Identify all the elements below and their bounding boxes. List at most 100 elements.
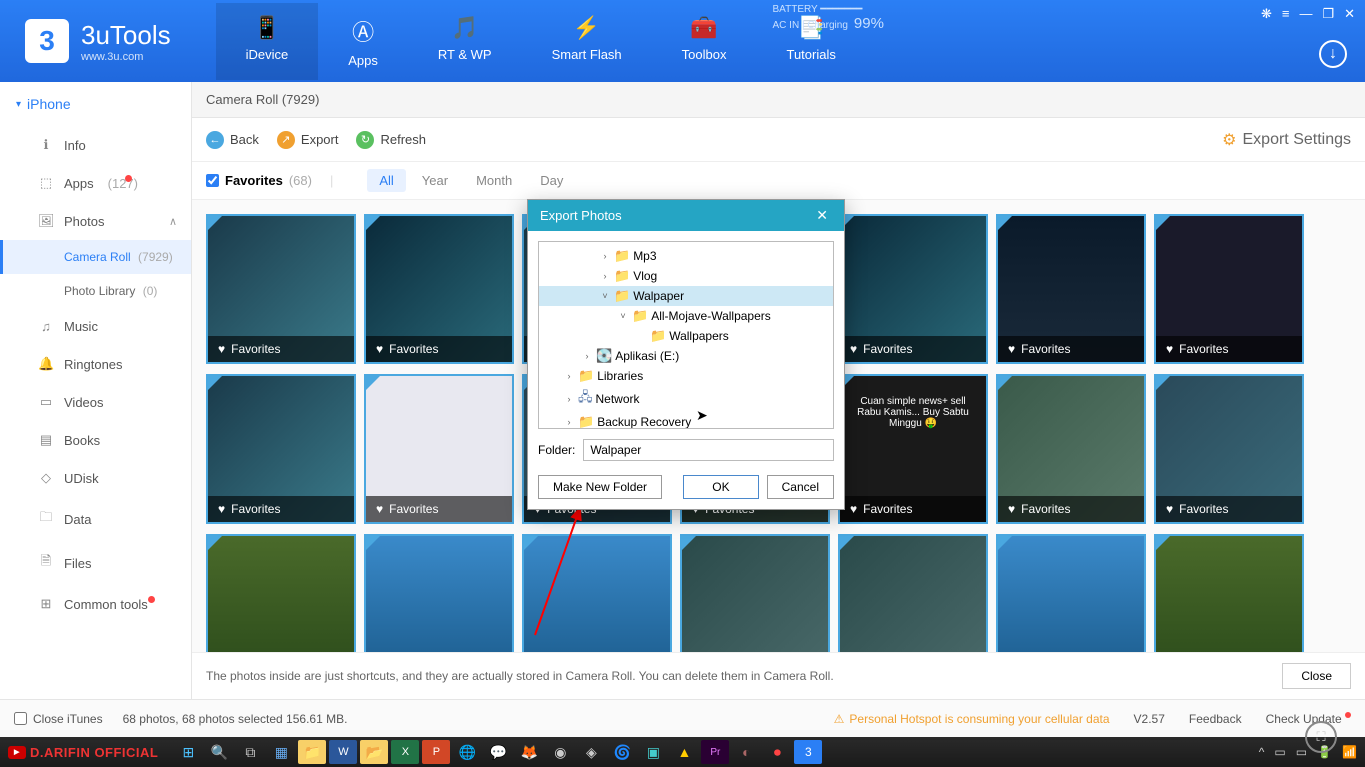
photo-item[interactable] <box>206 534 356 652</box>
export-settings-button[interactable]: ⚙Export Settings <box>1222 130 1351 150</box>
feedback-link[interactable]: Feedback <box>1189 712 1242 726</box>
nav-rtwp[interactable]: 🎵RT & WP <box>408 3 522 80</box>
bookmark-icon[interactable]: ❋ <box>1261 6 1272 22</box>
photo-item[interactable] <box>996 534 1146 652</box>
app-icon[interactable]: ▣ <box>639 740 667 764</box>
tree-item[interactable]: ›📁 Libraries <box>539 366 833 386</box>
word-icon[interactable]: W <box>329 740 357 764</box>
sidebar-item-udisk[interactable]: ◇UDisk <box>0 459 191 497</box>
download-button[interactable]: ↓ <box>1319 40 1347 68</box>
ok-button[interactable]: OK <box>683 475 758 499</box>
photo-item[interactable]: ♥Favorites <box>364 374 514 524</box>
close-icon[interactable]: ✕ <box>1344 6 1355 22</box>
photo-item[interactable]: ♥Favorites <box>1154 214 1304 364</box>
tree-item[interactable]: ›📁 Mp3 <box>539 246 833 266</box>
folder-tree[interactable]: ›📁 Mp3›📁 Vlog˅📁 Walpaper˅📁 All-Mojave-Wa… <box>538 241 834 429</box>
photo-item[interactable] <box>522 534 672 652</box>
nav-apps[interactable]: ⒶApps <box>318 3 408 80</box>
tree-item[interactable]: ›💽 Aplikasi (E:) <box>539 346 833 366</box>
sidebar-item-tools[interactable]: ⊞Common tools <box>0 585 191 623</box>
nav-toolbox[interactable]: 🧰Toolbox <box>652 3 757 80</box>
edge-icon[interactable]: 🌀 <box>608 740 636 764</box>
photo-item[interactable] <box>838 534 988 652</box>
tree-item[interactable]: ›📁 Backup Recovery <box>539 412 833 429</box>
widgets-button[interactable]: ▦ <box>267 740 295 764</box>
filter-tab-all[interactable]: All <box>367 169 405 192</box>
search-button[interactable]: 🔍 <box>205 740 233 764</box>
sidebar-item-ringtones[interactable]: 🔔Ringtones <box>0 345 191 383</box>
photo-item[interactable]: ♥Favorites <box>1154 374 1304 524</box>
sidebar-item-data[interactable]: 🗀Data <box>0 497 191 541</box>
sidebar-item-music[interactable]: ♫Music <box>0 308 191 345</box>
make-new-folder-button[interactable]: Make New Folder <box>538 475 662 499</box>
chevron-up-icon[interactable]: ^ <box>1259 745 1265 759</box>
tree-item[interactable]: ˅📁 Walpaper <box>539 286 833 306</box>
screenshot-icon[interactable]: ⛶ <box>1305 721 1337 753</box>
folder-input[interactable] <box>583 439 834 461</box>
app-icon[interactable]: ◈ <box>577 740 605 764</box>
nav-idevice[interactable]: 📱iDevice <box>216 3 319 80</box>
photo-item[interactable]: Cuan simple news+ sell Rabu Kamis... Buy… <box>838 374 988 524</box>
whatsapp-icon[interactable]: 💬 <box>484 740 512 764</box>
sidebar-item-apps[interactable]: ⬚Apps(127) <box>0 164 191 202</box>
premiere-icon[interactable]: Pr <box>701 740 729 764</box>
app-icon[interactable]: ▲ <box>670 740 698 764</box>
photo-item[interactable] <box>364 534 514 652</box>
refresh-button[interactable]: ↻Refresh <box>356 131 426 149</box>
photo-item[interactable]: ♥Favorites <box>996 374 1146 524</box>
nav-flash[interactable]: ⚡Smart Flash <box>522 3 652 80</box>
tree-item[interactable]: ˅📁 All-Mojave-Wallpapers <box>539 306 833 326</box>
sidebar-sub-cameraroll[interactable]: Camera Roll (7929) <box>0 240 191 274</box>
cancel-button[interactable]: Cancel <box>767 475 834 499</box>
tray-icon[interactable]: ▭ <box>1296 745 1307 759</box>
app-name: 3uTools <box>81 20 171 51</box>
back-button[interactable]: ←Back <box>206 131 259 149</box>
3utools-icon[interactable]: 3 <box>794 740 822 764</box>
sidebar-item-books[interactable]: ▤Books <box>0 421 191 459</box>
check-update-link[interactable]: Check Update <box>1266 712 1351 726</box>
taskview-button[interactable]: ⧉ <box>236 740 264 764</box>
start-button[interactable]: ⊞ <box>174 740 202 764</box>
filter-tab-day[interactable]: Day <box>528 169 575 192</box>
sidebar-item-info[interactable]: ℹInfo <box>0 126 191 164</box>
close-button[interactable]: Close <box>1282 663 1351 689</box>
photo-item[interactable]: ♥Favorites <box>206 374 356 524</box>
sidebar-item-photos[interactable]: 🖼Photos <box>0 202 191 240</box>
obs-icon[interactable]: ◉ <box>546 740 574 764</box>
tree-item[interactable]: ›🖧 Network <box>539 386 833 412</box>
dialog-close-icon[interactable]: ✕ <box>812 207 832 224</box>
tree-item[interactable]: 📁 Wallpapers <box>539 326 833 346</box>
photo-item[interactable]: ♥Favorites <box>206 214 356 364</box>
photo-item[interactable] <box>1154 534 1304 652</box>
minimize-icon[interactable]: — <box>1299 6 1312 22</box>
filter-tab-month[interactable]: Month <box>464 169 524 192</box>
explorer-icon[interactable]: 📁 <box>298 740 326 764</box>
photo-item[interactable] <box>680 534 830 652</box>
maximize-icon[interactable]: ❐ <box>1322 6 1334 22</box>
filter-tab-year[interactable]: Year <box>410 169 460 192</box>
favorite-badge: ♥Favorites <box>366 496 512 522</box>
photo-item[interactable]: ♥Favorites <box>996 214 1146 364</box>
tray-icon[interactable]: ▭ <box>1274 745 1285 759</box>
folder-icon[interactable]: 📂 <box>360 740 388 764</box>
photo-item[interactable]: ♥Favorites <box>364 214 514 364</box>
youtube-icon: ▶ <box>8 746 26 759</box>
close-itunes-checkbox[interactable]: Close iTunes <box>14 712 103 726</box>
export-button[interactable]: ↗Export <box>277 131 339 149</box>
chrome-icon[interactable]: 🌐 <box>453 740 481 764</box>
sidebar-item-videos[interactable]: ▭Videos <box>0 383 191 421</box>
tree-item[interactable]: ›📁 Vlog <box>539 266 833 286</box>
photo-item[interactable]: ♥Favorites <box>838 214 988 364</box>
record-icon[interactable]: ⏺ <box>763 740 791 764</box>
favorites-checkbox[interactable]: Favorites(68) <box>206 173 312 188</box>
excel-icon[interactable]: X <box>391 740 419 764</box>
heart-icon: ♥ <box>376 502 383 516</box>
app-icon[interactable]: ◐ <box>732 740 760 764</box>
powerpoint-icon[interactable]: P <box>422 740 450 764</box>
sidebar-sub-photolibrary[interactable]: Photo Library (0) <box>0 274 191 308</box>
firefox-icon[interactable]: 🦊 <box>515 740 543 764</box>
sidebar-item-files[interactable]: 🗎Files <box>0 541 191 585</box>
sidebar-device[interactable]: iPhone <box>0 82 191 126</box>
menu-icon[interactable]: ≡ <box>1282 6 1290 22</box>
wifi-icon[interactable]: 📶 <box>1342 745 1357 759</box>
